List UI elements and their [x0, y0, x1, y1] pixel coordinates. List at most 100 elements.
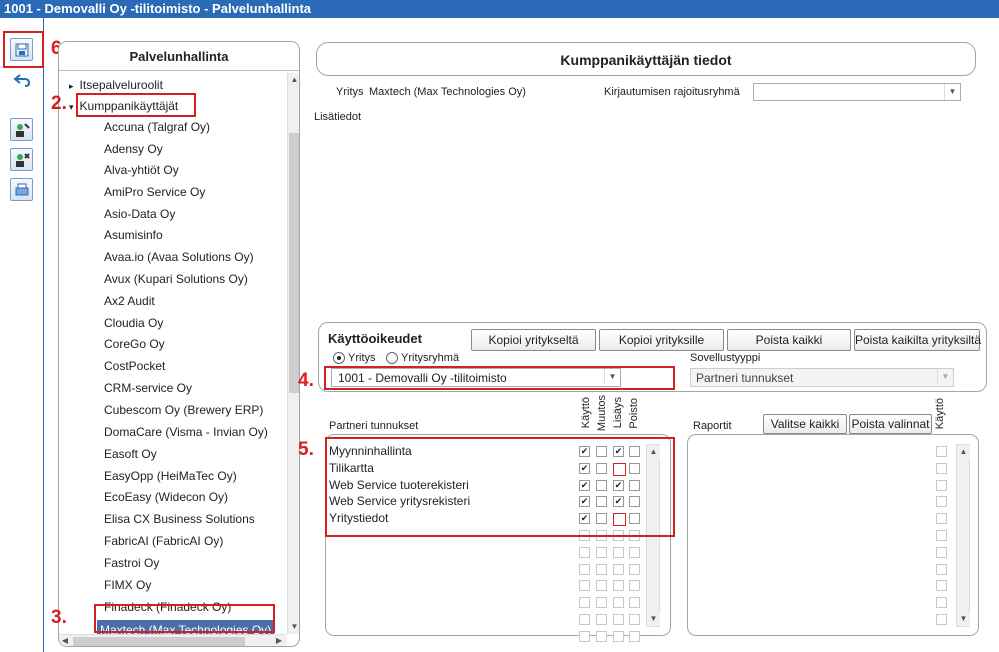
print-icon[interactable] — [10, 178, 33, 201]
permissions-title: Käyttöoikeudet — [328, 331, 422, 346]
window-title: 1001 - Demovalli Oy -tilitoimisto - Palv… — [0, 0, 999, 18]
tree-vscrollbar[interactable]: ▲ ▼ — [287, 73, 299, 634]
permission-checkbox[interactable] — [629, 563, 640, 575]
report-checkbox[interactable] — [936, 462, 947, 474]
hscroll-thumb[interactable] — [73, 637, 245, 646]
scroll-down-icon[interactable]: ▼ — [957, 612, 970, 626]
tree-item[interactable]: Alva-yhtiöt Oy — [104, 160, 179, 180]
tree-item[interactable]: EcoEasy (Widecon Oy) — [104, 487, 228, 507]
permission-checkbox[interactable] — [596, 580, 607, 592]
report-checkbox[interactable] — [936, 530, 947, 541]
permission-checkbox[interactable] — [596, 597, 607, 609]
apptype-label: Sovellustyyppi — [690, 352, 761, 364]
report-checkbox[interactable] — [936, 614, 947, 625]
tree-item[interactable]: Asio-Data Oy — [104, 204, 175, 224]
collapse-icon[interactable]: ▾ — [69, 102, 74, 112]
tree-item[interactable]: FabricAI (FabricAI Oy) — [104, 531, 223, 551]
copy-to-companies-button[interactable]: Kopioi yrityksille — [599, 329, 724, 351]
tree-item[interactable]: Adensy Oy — [104, 139, 163, 159]
permission-checkbox[interactable] — [613, 630, 624, 642]
permission-checkbox[interactable] — [579, 546, 590, 558]
permission-checkbox[interactable] — [629, 614, 640, 625]
tree-item[interactable]: Asumisinfo — [104, 225, 163, 245]
expand-icon[interactable]: ▸ — [69, 81, 74, 91]
permission-checkbox[interactable] — [579, 563, 590, 575]
scroll-down-icon[interactable]: ▼ — [288, 620, 299, 634]
tree-item-label: CRM-service Oy — [104, 381, 193, 395]
undo-icon[interactable] — [10, 68, 33, 91]
clear-selection-button[interactable]: Poista valinnat — [849, 414, 932, 434]
tree-item[interactable]: CoreGo Oy — [104, 334, 165, 354]
permission-checkbox[interactable] — [596, 630, 607, 642]
scroll-right-icon[interactable]: ▶ — [273, 635, 285, 646]
user-add-icon[interactable] — [10, 118, 33, 141]
login-group-select[interactable]: ▼ — [753, 83, 961, 101]
radio-company[interactable] — [333, 352, 345, 364]
chevron-down-icon[interactable]: ▼ — [944, 84, 960, 100]
tree-item-label: Asumisinfo — [104, 228, 163, 242]
tree-item[interactable]: CostPocket — [104, 356, 165, 376]
tree-item[interactable]: CRM-service Oy — [104, 378, 192, 398]
permission-checkbox[interactable] — [613, 597, 624, 609]
radio-company-group[interactable] — [386, 352, 398, 364]
permission-checkbox[interactable] — [629, 597, 640, 609]
user-remove-icon[interactable] — [10, 148, 33, 171]
permission-checkbox[interactable] — [613, 580, 624, 592]
tree-item[interactable]: FIMX Oy — [104, 575, 151, 595]
reports-scrollbar[interactable]: ▲ ▼ — [956, 444, 970, 627]
tree-item-label: Elisa CX Business Solutions — [104, 512, 255, 526]
scroll-up-icon[interactable]: ▲ — [288, 73, 299, 87]
partner-title: Partneri tunnukset — [329, 420, 419, 432]
tree-item[interactable]: Easoft Oy — [104, 444, 157, 464]
permission-checkbox[interactable] — [579, 630, 590, 642]
permission-checkbox[interactable] — [596, 546, 607, 558]
tree-item[interactable]: DomaCare (Visma - Invian Oy) — [104, 422, 268, 442]
permission-checkbox[interactable] — [629, 546, 640, 558]
reports-title: Raportit — [693, 420, 732, 432]
permission-checkbox[interactable] — [579, 580, 590, 592]
permission-checkbox[interactable] — [613, 614, 624, 625]
tree-item-label: Accuna (Talgraf Oy) — [104, 120, 211, 134]
tree-item[interactable]: Cubescom Oy (Brewery ERP) — [104, 400, 263, 420]
scroll-thumb[interactable] — [289, 133, 299, 393]
scroll-left-icon[interactable]: ◀ — [59, 635, 71, 646]
report-checkbox[interactable] — [936, 513, 947, 525]
permission-checkbox[interactable] — [596, 563, 607, 575]
permission-checkbox[interactable] — [613, 563, 624, 575]
left-toolbar — [0, 18, 44, 652]
scroll-down-icon[interactable]: ▼ — [647, 612, 660, 626]
company-label: Yritys — [336, 86, 364, 98]
report-checkbox[interactable] — [936, 446, 947, 457]
tree-node[interactable]: ▸ Itsepalveluroolit — [69, 75, 163, 95]
report-checkbox[interactable] — [936, 479, 947, 491]
copy-from-company-button[interactable]: Kopioi yritykseltä — [471, 329, 596, 351]
tree-item[interactable]: Accuna (Talgraf Oy) — [104, 117, 210, 137]
tree-item[interactable]: Ax2 Audit — [104, 291, 155, 311]
tree-item-label: Itsepalveluroolit — [79, 78, 163, 92]
remove-all-companies-button[interactable]: Poista kaikilta yrityksiltä — [854, 329, 981, 351]
report-checkbox[interactable] — [936, 597, 947, 609]
permission-checkbox[interactable] — [629, 630, 640, 642]
tree-item[interactable]: Avaa.io (Avaa Solutions Oy) — [104, 247, 254, 267]
tree-item[interactable]: Elisa CX Business Solutions — [104, 509, 255, 529]
permission-checkbox[interactable] — [596, 614, 607, 625]
tree-item[interactable]: EasyOpp (HeiMaTec Oy) — [104, 466, 237, 486]
scroll-up-icon[interactable]: ▲ — [957, 445, 970, 459]
tree-item[interactable]: Avux (Kupari Solutions Oy) — [104, 269, 248, 289]
tree-hscrollbar[interactable]: ◀ ▶ — [59, 634, 287, 646]
permission-checkbox[interactable] — [629, 580, 640, 592]
report-checkbox[interactable] — [936, 496, 947, 508]
tree-item[interactable]: Fastroi Oy — [104, 553, 159, 573]
tree-item-label: Adensy Oy — [104, 142, 163, 156]
select-all-button[interactable]: Valitse kaikki — [763, 414, 847, 434]
permission-checkbox[interactable] — [613, 546, 624, 558]
report-checkbox[interactable] — [936, 563, 947, 575]
permission-checkbox[interactable] — [579, 614, 590, 625]
permission-checkbox[interactable] — [579, 597, 590, 609]
tree-item[interactable]: Cloudia Oy — [104, 313, 163, 333]
tree-item[interactable]: AmiPro Service Oy — [104, 182, 205, 202]
report-checkbox[interactable] — [936, 580, 947, 592]
remove-all-button[interactable]: Poista kaikki — [727, 329, 851, 351]
apptype-select[interactable]: Partneri tunnukset ▼ — [690, 368, 954, 387]
report-checkbox[interactable] — [936, 546, 947, 558]
